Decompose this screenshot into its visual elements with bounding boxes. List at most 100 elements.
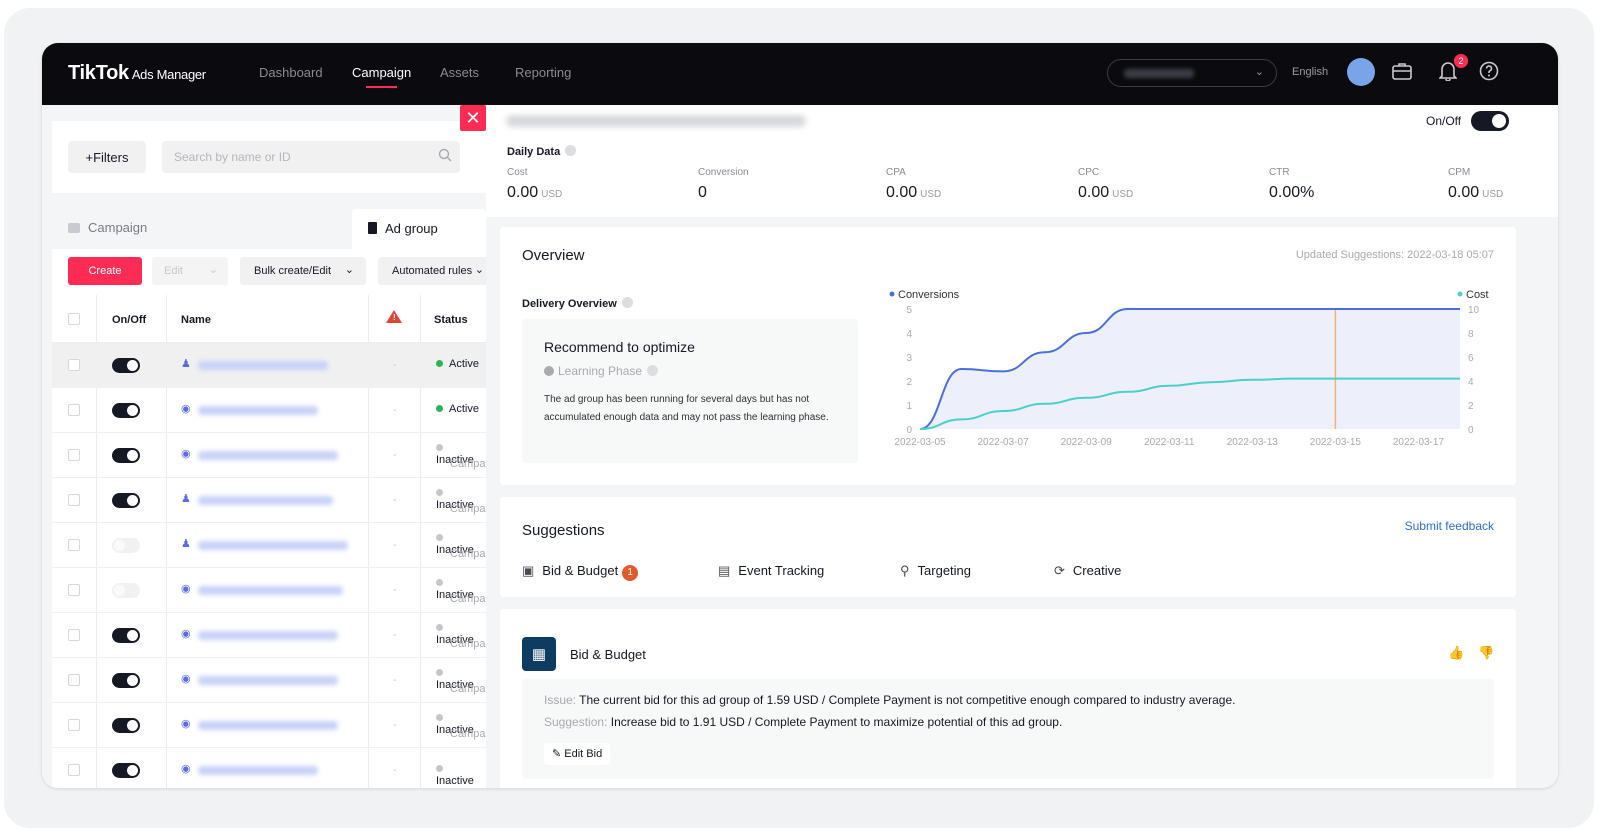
legend-label-cost: Cost bbox=[1466, 289, 1489, 301]
status-dot bbox=[436, 489, 443, 496]
briefcase-icon[interactable] bbox=[1390, 59, 1414, 83]
metric-value: 0.00% bbox=[1269, 184, 1317, 202]
nav-reporting[interactable]: Reporting bbox=[515, 65, 571, 80]
ad-group-type-icon: ◉ bbox=[181, 583, 191, 595]
row-checkbox[interactable] bbox=[68, 674, 80, 686]
user-avatar[interactable] bbox=[1347, 58, 1375, 86]
ad-group-name-redacted[interactable] bbox=[198, 721, 338, 730]
ad-group-onoff-toggle[interactable] bbox=[1471, 111, 1509, 131]
info-icon[interactable] bbox=[647, 365, 659, 376]
tab-campaign[interactable]: Campaign bbox=[68, 220, 147, 235]
info-icon[interactable] bbox=[621, 297, 633, 308]
table-row[interactable]: ◉ - Inactive bbox=[52, 748, 486, 788]
row-status-detail: Campa bbox=[450, 503, 486, 515]
submit-feedback-link[interactable]: Submit feedback bbox=[1405, 519, 1494, 533]
row-onoff-toggle[interactable] bbox=[112, 358, 140, 373]
ad-group-name-redacted[interactable] bbox=[198, 451, 338, 460]
suggestion-tab-bid-budget[interactable]: ▣ Bid & Budget 1 bbox=[522, 563, 639, 581]
row-checkbox[interactable] bbox=[68, 449, 80, 461]
row-onoff-toggle[interactable] bbox=[112, 673, 140, 688]
tab-ad-group[interactable]: Ad group bbox=[352, 209, 486, 249]
row-status-detail: Campa bbox=[450, 683, 486, 695]
row-checkbox[interactable] bbox=[68, 584, 80, 596]
column-header-status[interactable]: Status bbox=[434, 314, 468, 326]
help-icon[interactable] bbox=[1477, 59, 1501, 83]
nav-dashboard[interactable]: Dashboard bbox=[259, 65, 323, 80]
suggestion-line: Suggestion: Increase bid to 1.91 USD / C… bbox=[544, 715, 1062, 729]
row-onoff-toggle[interactable] bbox=[112, 763, 140, 778]
ad-group-name-redacted[interactable] bbox=[198, 676, 338, 685]
filters-button[interactable]: +Filters bbox=[68, 141, 146, 173]
table-row[interactable]: ◉ - Inactive Campa bbox=[52, 568, 486, 613]
edit-bid-button[interactable]: ✎ Edit Bid bbox=[544, 743, 611, 765]
y-right-tick-label: 0 bbox=[1468, 425, 1474, 436]
row-onoff-toggle[interactable] bbox=[112, 628, 140, 643]
bulk-create-edit-button[interactable]: Bulk create/Edit ⌄ bbox=[240, 257, 366, 285]
metric-unit: USD bbox=[920, 189, 942, 200]
ad-group-name-redacted[interactable] bbox=[198, 406, 318, 415]
info-icon[interactable] bbox=[565, 145, 577, 156]
overview-title: Overview bbox=[522, 247, 585, 264]
suggestion-tab-targeting[interactable]: ⚲ Targeting bbox=[900, 563, 971, 579]
ad-group-name-redacted[interactable] bbox=[198, 496, 333, 505]
close-panel-button[interactable]: ✕ bbox=[460, 105, 486, 131]
row-status-detail: Campa bbox=[450, 638, 486, 650]
thumbs-up-icon[interactable]: 👍 bbox=[1448, 645, 1464, 661]
ad-group-detail-panel: On/Off Daily Data Cost 0.00 USD Conversion 0… bbox=[486, 105, 1558, 788]
row-onoff-toggle[interactable] bbox=[112, 448, 140, 463]
select-all-checkbox[interactable] bbox=[68, 313, 80, 325]
table-row[interactable]: ◉ - Inactive Campa bbox=[52, 433, 486, 478]
legend-marker-cost bbox=[1457, 291, 1463, 297]
ad-group-name-redacted[interactable] bbox=[198, 766, 318, 775]
row-onoff-toggle[interactable] bbox=[112, 403, 140, 418]
row-onoff-toggle[interactable] bbox=[112, 538, 140, 553]
metric-label: CPA bbox=[886, 167, 906, 178]
nav-assets[interactable]: Assets bbox=[440, 65, 479, 80]
row-onoff-toggle[interactable] bbox=[112, 493, 140, 508]
column-header-onoff[interactable]: On/Off bbox=[112, 314, 146, 326]
suggestion-key: Suggestion: bbox=[544, 715, 608, 729]
metric-value: 0.00 USD bbox=[1448, 184, 1503, 202]
metric-label: Conversion bbox=[698, 167, 749, 178]
ad-group-name-redacted[interactable] bbox=[198, 631, 338, 640]
row-checkbox[interactable] bbox=[68, 494, 80, 506]
row-checkbox[interactable] bbox=[68, 764, 80, 776]
thumbs-down-icon[interactable]: 👎 bbox=[1478, 645, 1494, 661]
nav-campaign[interactable]: Campaign bbox=[352, 65, 411, 88]
table-row[interactable]: ◉ - Inactive Campa bbox=[52, 703, 486, 748]
table-row[interactable]: ◉ - Active bbox=[52, 388, 486, 433]
ad-group-name-redacted[interactable] bbox=[198, 361, 328, 370]
create-button[interactable]: Create bbox=[68, 257, 142, 285]
row-checkbox[interactable] bbox=[68, 719, 80, 731]
automated-rules-button[interactable]: Automated rules ⌄ bbox=[378, 257, 486, 285]
table-row[interactable]: ♟ - Inactive Campa bbox=[52, 523, 486, 568]
suggestion-tab-event-tracking[interactable]: ▤ Event Tracking bbox=[718, 563, 824, 579]
row-onoff-toggle[interactable] bbox=[112, 718, 140, 733]
table-row[interactable]: ◉ - Inactive Campa bbox=[52, 658, 486, 703]
row-checkbox[interactable] bbox=[68, 629, 80, 641]
row-status-detail: Campa bbox=[450, 458, 486, 470]
recommendation-box: Recommend to optimize Learning Phase The… bbox=[522, 319, 858, 463]
row-onoff-toggle[interactable] bbox=[112, 583, 140, 598]
ad-group-name-redacted[interactable] bbox=[198, 586, 343, 595]
screen: TikTok Ads Manager Dashboard Campaign Ass… bbox=[0, 0, 1600, 835]
row-checkbox[interactable] bbox=[68, 359, 80, 371]
table-row[interactable]: ♟ - Inactive Campa bbox=[52, 478, 486, 523]
ad-group-name-redacted[interactable] bbox=[198, 541, 348, 550]
status-dot bbox=[436, 405, 443, 412]
language-selector[interactable]: English bbox=[1292, 66, 1328, 78]
column-header-name[interactable]: Name bbox=[181, 314, 211, 326]
issue-key: Issue: bbox=[544, 693, 577, 707]
table-row[interactable]: ◉ - Inactive Campa bbox=[52, 613, 486, 658]
table-row[interactable]: ♟ - Active bbox=[52, 343, 486, 388]
daily-data-header: On/Off Daily Data Cost 0.00 USD Conversion 0… bbox=[486, 105, 1558, 217]
row-checkbox[interactable] bbox=[68, 539, 80, 551]
row-checkbox[interactable] bbox=[68, 404, 80, 416]
edit-button[interactable]: Edit ⌄ bbox=[152, 257, 228, 285]
search-input[interactable]: Search by name or ID bbox=[162, 141, 460, 173]
x-tick-label: 2022-03-15 bbox=[1310, 437, 1362, 448]
suggestions-card: Suggestions Submit feedback ▣ Bid & Budge… bbox=[500, 497, 1516, 597]
tiktok-ads-manager-logo[interactable]: TikTok Ads Manager bbox=[68, 62, 206, 85]
account-selector[interactable]: ⌄ bbox=[1107, 59, 1277, 87]
suggestion-tab-creative[interactable]: ⟳ Creative bbox=[1054, 563, 1121, 579]
